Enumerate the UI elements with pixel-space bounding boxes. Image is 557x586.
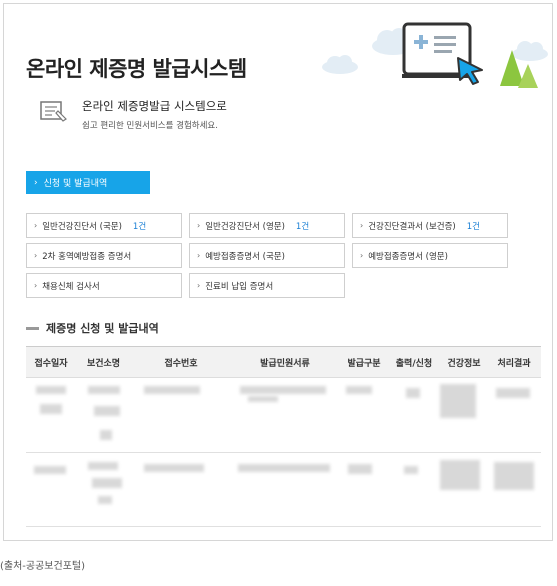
blurred-cell [88,462,118,470]
row-divider [26,452,541,453]
source-caption: (출처-공공보건포털) [0,561,86,572]
blurred-cell [88,386,120,394]
column-header: 처리결과 [497,358,531,369]
intro-subtitle: 쉽고 편리한 민원서비스를 경험하세요. [82,121,218,131]
blurred-cell [440,384,476,418]
blurred-cell [348,464,372,474]
certificate-count: 1건 [132,221,147,232]
chevron-right-icon: › [197,251,201,260]
section-bar [26,326,39,330]
blurred-cell [240,386,326,394]
blurred-cell [494,462,534,490]
certificate-count: 1건 [466,221,480,232]
page-title: 온라인 제증명 발급시스템 [26,57,247,81]
chevron-right-icon: › [34,251,38,260]
blurred-cell [36,386,66,394]
blurred-cell [144,464,204,472]
column-header: 보건소명 [86,358,121,369]
tab-application-history[interactable]: › 신청 및 발급내역 [26,171,150,194]
blurred-cell [98,496,112,504]
column-header: 출력/신청 [395,358,433,369]
chevron-right-icon: › [197,221,201,230]
blurred-cell [248,396,278,402]
certificate-grid: › 일반건강진단서 (국문) 1건 › 일반건강진단서 (영문) 1건 › 건강… [26,213,510,298]
certificate-label: 예방접종증명서 (영문) [368,251,448,262]
certificate-count: 1건 [295,221,310,232]
column-header: 발급민원서류 [260,358,310,369]
certificate-label: 건강진단결과서 (보건증) [368,221,456,232]
column-header: 건강정보 [447,358,481,369]
blurred-cell [404,466,418,474]
column-header: 발급구분 [347,358,381,369]
cloud-icon [322,55,358,74]
tab-label: 신청 및 발급내역 [43,179,108,189]
chevron-right-icon: › [34,281,38,290]
blurred-cell [92,478,122,488]
certificate-item[interactable]: › 2차 홍역예방접종 증명서 [26,243,182,268]
blurred-cell [346,386,372,394]
blurred-cell [406,388,420,398]
chevron-right-icon: › [360,221,364,230]
certificate-label: 채용신체 검사서 [42,281,100,292]
chevron-right-icon: › [197,281,201,290]
chevron-right-icon: › [360,251,364,260]
blurred-cell [100,430,112,440]
certificate-label: 일반건강진단서 (영문) [205,221,285,232]
blurred-cell [496,388,530,398]
certificate-label: 예방접종증명서 (국문) [205,251,285,262]
history-section-title: 제증명 신청 및 발급내역 [26,320,159,336]
table-row[interactable] [26,456,541,526]
column-header: 접수일자 [34,358,68,369]
chevron-right-icon: › [34,177,38,188]
blurred-cell [238,464,330,472]
certificate-item[interactable]: › 진료비 납입 증명서 [189,273,345,298]
blurred-cell [40,404,62,414]
history-title: 제증명 신청 및 발급내역 [46,322,159,335]
blurred-cell [144,386,200,394]
certificate-item[interactable]: › 일반건강진단서 (영문) 1건 [189,213,345,238]
certificate-item[interactable]: › 예방접종증명서 (국문) [189,243,345,268]
blurred-cell [440,460,480,490]
intro-title: 온라인 제증명발급 시스템으로 [82,99,227,113]
chevron-right-icon: › [34,221,38,230]
monitor-illustration-icon [402,22,483,85]
certificate-item[interactable]: › 예방접종증명서 (영문) [352,243,508,268]
document-edit-icon [40,101,67,122]
portal-frame: 온라인 제증명 발급시스템 온라인 제증명발급 시스템으로 쉽고 편리한 민원서… [3,3,553,541]
certificate-label: 2차 홍역예방접종 증명서 [42,251,132,262]
table-row[interactable] [26,380,541,450]
row-divider [26,526,541,527]
tree-icon [500,50,538,88]
column-header: 접수번호 [164,358,198,369]
history-table-header: 접수일자 보건소명 접수번호 발급민원서류 발급구분 출력/신청 건강정보 처리… [26,346,541,378]
certificate-item[interactable]: › 일반건강진단서 (국문) 1건 [26,213,182,238]
certificate-label: 일반건강진단서 (국문) [42,221,122,232]
blurred-cell [94,406,120,416]
blurred-cell [34,466,66,474]
certificate-item[interactable]: › 건강진단결과서 (보건증) 1건 [352,213,508,238]
certificate-item[interactable]: › 채용신체 검사서 [26,273,182,298]
certificate-label: 진료비 납입 증명서 [205,281,274,292]
